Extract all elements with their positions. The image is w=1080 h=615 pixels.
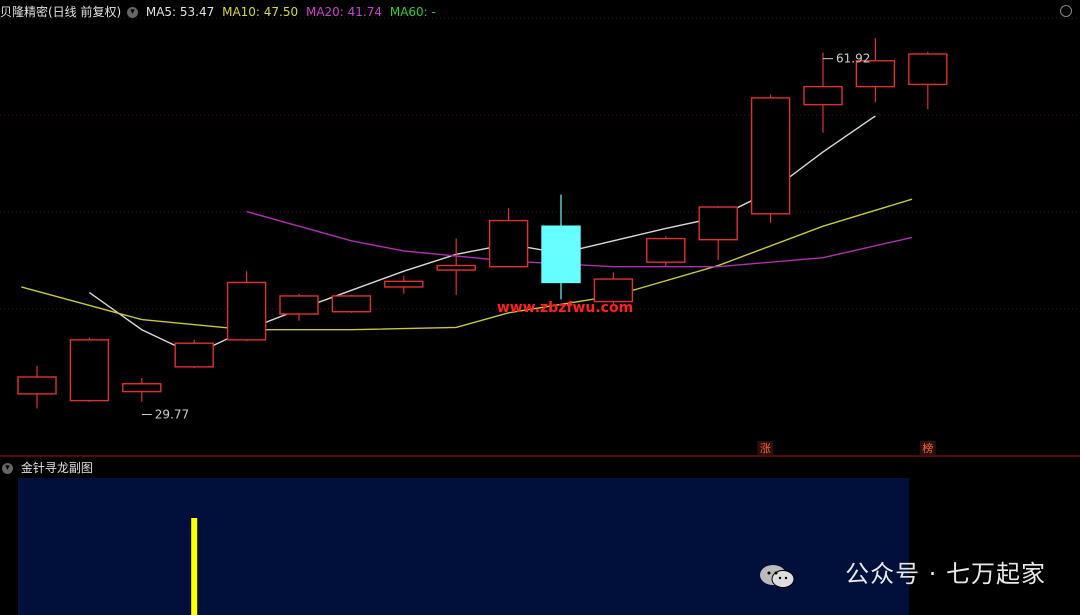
candle-body xyxy=(279,295,319,315)
header-bar: 贝隆精密(日线 前复权) ▾ MA5: 53.47 MA10: 47.50 MA… xyxy=(0,3,436,20)
candle xyxy=(17,365,57,409)
ma10-line xyxy=(21,198,913,331)
candle xyxy=(855,38,896,103)
candle xyxy=(646,236,686,267)
ma20-label: MA20: 41.74 xyxy=(305,5,383,19)
candle xyxy=(488,208,529,268)
settings-icon[interactable] xyxy=(1060,5,1072,17)
candle-body xyxy=(226,281,267,341)
candlestick-series xyxy=(17,38,948,409)
sub-chart-panel xyxy=(18,478,909,615)
candle xyxy=(698,205,738,260)
candle-body xyxy=(436,264,476,271)
candle-body xyxy=(122,383,162,393)
candle-body xyxy=(593,278,634,303)
candle xyxy=(122,378,162,402)
signal-bar xyxy=(191,518,198,615)
tag-label: 涨 xyxy=(760,442,771,455)
candle-body xyxy=(69,339,110,402)
candle xyxy=(69,337,110,402)
stock-title: 贝隆精密(日线 前复权) xyxy=(0,5,122,19)
site-watermark: www.zbzfwu.com xyxy=(497,300,633,316)
marker-label: 29.77 xyxy=(155,407,189,421)
candle xyxy=(279,293,319,321)
candle xyxy=(750,94,791,223)
candle-body xyxy=(17,376,57,395)
candle xyxy=(908,51,948,110)
candle xyxy=(174,339,214,368)
candle xyxy=(384,275,424,294)
candle-body xyxy=(646,237,686,263)
candle-body xyxy=(698,206,738,241)
candle-body xyxy=(541,225,581,284)
sub-dropdown-icon[interactable]: ▾ xyxy=(2,463,13,474)
ma10-label: MA10: 47.50 xyxy=(222,5,299,19)
sub-panel-header: ▾ 金针寻龙副图 xyxy=(0,459,93,476)
candle xyxy=(331,294,372,313)
tag: 涨 xyxy=(757,441,774,455)
candle-body xyxy=(750,97,791,215)
candle-body xyxy=(174,342,214,368)
candle-body xyxy=(488,219,529,268)
watermark-text: 公众号 · 七万起家 xyxy=(845,560,1046,588)
sub-panel-background xyxy=(18,478,909,615)
candle-body xyxy=(331,295,372,313)
candle-body xyxy=(908,53,948,86)
candle-body xyxy=(384,280,424,288)
tag: 榜 xyxy=(919,441,936,455)
ma60-label: MA60: - xyxy=(389,5,436,19)
marker-label: 61.92 xyxy=(836,52,870,66)
wechat-icon xyxy=(760,565,795,588)
candle-body xyxy=(803,85,843,106)
candle xyxy=(226,271,267,341)
price-chart: 61.9229.77 www.zbzfwu.com 涨榜 xyxy=(0,17,1080,615)
ma5-label: MA5: 53.47 xyxy=(145,5,215,19)
candle xyxy=(541,194,581,300)
candle xyxy=(436,238,476,295)
dropdown-icon[interactable]: ▾ xyxy=(127,7,139,18)
bottom-tags: 涨榜 xyxy=(757,441,936,455)
sub-panel-title: 金针寻龙副图 xyxy=(20,461,93,475)
tag-label: 榜 xyxy=(922,441,933,455)
